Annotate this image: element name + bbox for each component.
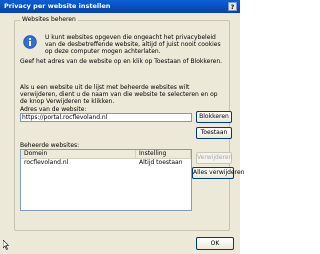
intro-text: U kunt websites opgeven die ongeacht het… xyxy=(45,34,221,55)
list-header: Domein Instelling xyxy=(21,150,191,159)
group-label: Websites beheren xyxy=(20,16,78,23)
block-button[interactable]: Blokkeren xyxy=(196,111,232,123)
managed-websites-list[interactable]: Domein Instelling rocflevoland.nl Altijd… xyxy=(20,149,192,211)
info-icon xyxy=(23,35,37,49)
address-label: Adres van de website: xyxy=(20,106,87,113)
column-header-domain[interactable]: Domein xyxy=(21,150,136,158)
title-bar[interactable]: Privacy per website instellen ? xyxy=(0,0,240,13)
managed-websites-label: Beheerde websites: xyxy=(20,142,80,149)
website-address-input[interactable]: https://portal.rocflevoland.nl xyxy=(20,113,192,122)
help-button[interactable]: ? xyxy=(228,2,237,11)
allow-button[interactable]: Toestaan xyxy=(196,127,232,139)
window-title: Privacy per website instellen xyxy=(4,2,111,10)
add-instruction-text: Geef het adres van de website op en klik… xyxy=(20,58,223,65)
remove-instruction-text: Als u een website uit de lijst met behee… xyxy=(20,84,218,105)
privacy-dialog: Privacy per website instellen ? Websites… xyxy=(0,0,244,254)
list-row-domain[interactable]: rocflevoland.nl xyxy=(24,159,68,166)
remove-all-button[interactable]: Alles verwijderen xyxy=(192,167,244,179)
list-row-setting[interactable]: Altijd toestaan xyxy=(139,159,183,166)
mouse-cursor-icon xyxy=(3,240,9,250)
column-header-setting[interactable]: Instelling xyxy=(136,150,191,158)
ok-button[interactable]: OK xyxy=(196,237,234,250)
remove-button[interactable]: Verwijderen xyxy=(196,152,232,164)
